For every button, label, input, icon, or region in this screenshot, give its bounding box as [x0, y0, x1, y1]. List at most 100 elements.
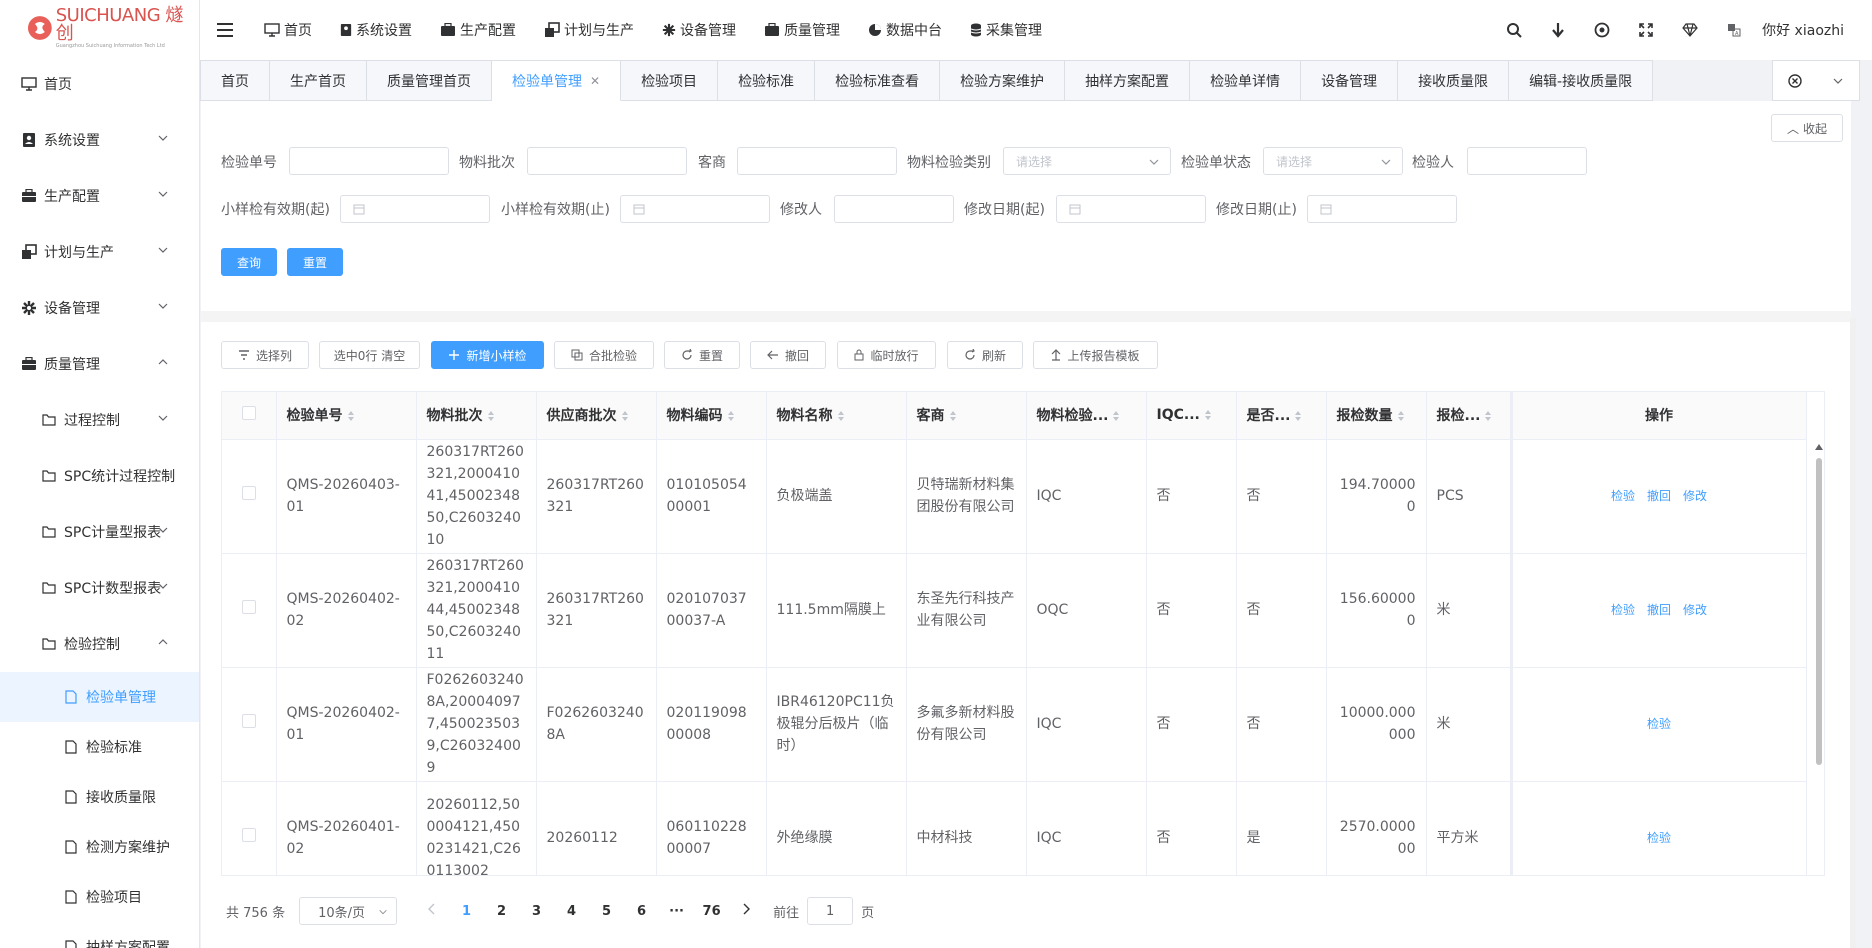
scrollbar-thumb[interactable]	[1816, 458, 1822, 765]
header-material-type[interactable]: 物料检验...	[1026, 392, 1147, 440]
collapse-button[interactable]: ︿ 收起	[1771, 114, 1843, 142]
material-type-select[interactable]: 请选择	[1003, 147, 1171, 175]
sidebar-item-inspection-orders[interactable]: 检验单管理	[0, 672, 199, 722]
download-icon[interactable]	[1536, 22, 1580, 38]
sidebar-item-test-plan[interactable]: 检测方案维护	[0, 822, 199, 872]
reset-button[interactable]: 重置	[664, 341, 740, 369]
material-batch-input[interactable]	[527, 147, 687, 175]
sidebar-item-process-control[interactable]: 过程控制	[0, 392, 199, 448]
checkbox[interactable]	[241, 406, 256, 421]
undo-link[interactable]: 撤回	[1647, 489, 1671, 503]
diamond-icon[interactable]	[1668, 23, 1712, 37]
tab-equipment[interactable]: 设备管理	[1301, 60, 1399, 101]
hamburger-icon[interactable]	[200, 23, 250, 37]
sidebar-item-production-config[interactable]: 生产配置	[0, 168, 199, 224]
query-button[interactable]: 查询	[221, 248, 277, 276]
sort-icon[interactable]	[1484, 410, 1492, 422]
sort-icon[interactable]	[837, 410, 845, 422]
topnav-equipment[interactable]: 设备管理	[648, 0, 750, 60]
topnav-production-config[interactable]: 生产配置	[426, 0, 530, 60]
header-is[interactable]: 是否...	[1236, 392, 1327, 440]
sort-icon[interactable]	[621, 410, 629, 422]
checkbox[interactable]	[241, 828, 256, 842]
page-6[interactable]: 6	[624, 904, 659, 919]
sort-icon[interactable]	[347, 410, 355, 422]
edit-link[interactable]: 修改	[1683, 603, 1707, 617]
temp-release-button[interactable]: 临时放行	[837, 341, 936, 369]
tab-sampling-config[interactable]: 抽样方案配置	[1065, 60, 1191, 101]
refresh-button[interactable]: 刷新	[947, 341, 1023, 369]
checkbox[interactable]	[241, 486, 256, 500]
header-qty[interactable]: 报检数量	[1326, 392, 1427, 440]
inspection-no-input[interactable]	[289, 147, 449, 175]
page-size-select[interactable]: 10条/页	[299, 897, 398, 925]
tab-inspection-orders[interactable]: 检验单管理 ✕	[492, 60, 622, 101]
valid-end-date[interactable]	[620, 195, 770, 223]
header-material-name[interactable]: 物料名称	[766, 392, 907, 440]
sidebar-item-home[interactable]: 首页	[0, 56, 199, 112]
sidebar-item-inspection-control[interactable]: 检验控制	[0, 616, 199, 672]
topnav-quality[interactable]: 质量管理	[750, 0, 854, 60]
modify-end-date[interactable]	[1307, 195, 1457, 223]
next-page-icon[interactable]	[729, 903, 763, 919]
close-circle-icon[interactable]	[1773, 73, 1816, 88]
select-columns-button[interactable]: 选择列	[221, 341, 309, 369]
translate-icon[interactable]: A	[1712, 23, 1756, 37]
undo-button[interactable]: 撤回	[750, 341, 826, 369]
customer-input[interactable]	[737, 147, 897, 175]
sidebar-item-spc-count[interactable]: SPC计数型报表	[0, 560, 199, 616]
modify-start-date[interactable]	[1056, 195, 1206, 223]
scroll-up-icon[interactable]	[1815, 444, 1823, 450]
tab-standard-view[interactable]: 检验标准查看	[815, 60, 941, 101]
header-inspection-no[interactable]: 检验单号	[276, 392, 417, 440]
inspect-link[interactable]: 检验	[1647, 717, 1671, 731]
sidebar-item-equipment[interactable]: 设备管理	[0, 280, 199, 336]
search-icon[interactable]	[1492, 22, 1536, 38]
row-select[interactable]	[222, 553, 277, 668]
tab-quality-home[interactable]: 质量管理首页	[367, 60, 492, 101]
tab-aql[interactable]: 接收质量限	[1398, 60, 1510, 101]
valid-start-date[interactable]	[340, 195, 490, 223]
sort-icon[interactable]	[1204, 409, 1212, 421]
undo-link[interactable]: 撤回	[1647, 603, 1671, 617]
checkbox[interactable]	[241, 714, 256, 728]
close-icon[interactable]: ✕	[590, 74, 600, 88]
table-scrollbar[interactable]	[1813, 440, 1825, 876]
row-select[interactable]	[222, 781, 277, 875]
topnav-home[interactable]: 首页	[250, 0, 326, 60]
status-select[interactable]: 请选择	[1263, 147, 1403, 175]
add-sample-inspection-button[interactable]: 新增小样检	[431, 341, 544, 369]
page-4[interactable]: 4	[554, 904, 589, 919]
tab-edit-aql[interactable]: 编辑-接收质量限	[1509, 60, 1654, 101]
sidebar-item-sampling[interactable]: 抽样方案配置	[0, 922, 199, 948]
header-unit[interactable]: 报检...	[1426, 392, 1512, 440]
page-scrollbar[interactable]	[1850, 318, 1856, 948]
sort-icon[interactable]	[487, 410, 495, 422]
modifier-input[interactable]	[834, 195, 954, 223]
user-greeting[interactable]: 你好 xiaozhi	[1762, 20, 1844, 40]
sort-icon[interactable]	[1397, 410, 1405, 422]
logo[interactable]: SUICHUANG 燧创 Guangzhou Suichuang Informa…	[0, 0, 199, 56]
sidebar-item-spc-measure[interactable]: SPC计量型报表	[0, 504, 199, 560]
page-2[interactable]: 2	[484, 904, 519, 919]
merge-inspection-button[interactable]: 合批检验	[554, 341, 654, 369]
sort-icon[interactable]	[1294, 410, 1302, 422]
chevron-down-icon[interactable]	[1816, 75, 1859, 87]
inspect-link[interactable]: 检验	[1611, 489, 1635, 503]
reset-filter-button[interactable]: 重置	[287, 248, 343, 276]
page-last[interactable]: 76	[694, 904, 729, 919]
header-supplier-batch[interactable]: 供应商批次	[536, 392, 657, 440]
sort-icon[interactable]	[1112, 410, 1120, 422]
header-material-batch[interactable]: 物料批次	[416, 392, 537, 440]
tab-inspection-items[interactable]: 检验项目	[621, 60, 719, 101]
sidebar-item-system[interactable]: 系统设置	[0, 112, 199, 168]
edit-link[interactable]: 修改	[1683, 489, 1707, 503]
header-customer[interactable]: 客商	[906, 392, 1027, 440]
sort-icon[interactable]	[949, 410, 957, 422]
header-iqc[interactable]: IQC...	[1146, 392, 1237, 440]
tab-plan-maintain[interactable]: 检验方案维护	[940, 60, 1066, 101]
tab-production-home[interactable]: 生产首页	[270, 60, 367, 101]
tab-home[interactable]: 首页	[200, 60, 270, 101]
upload-template-button[interactable]: 上传报告模板	[1033, 341, 1158, 369]
clear-selection-button[interactable]: 选中0行 清空	[319, 341, 420, 369]
